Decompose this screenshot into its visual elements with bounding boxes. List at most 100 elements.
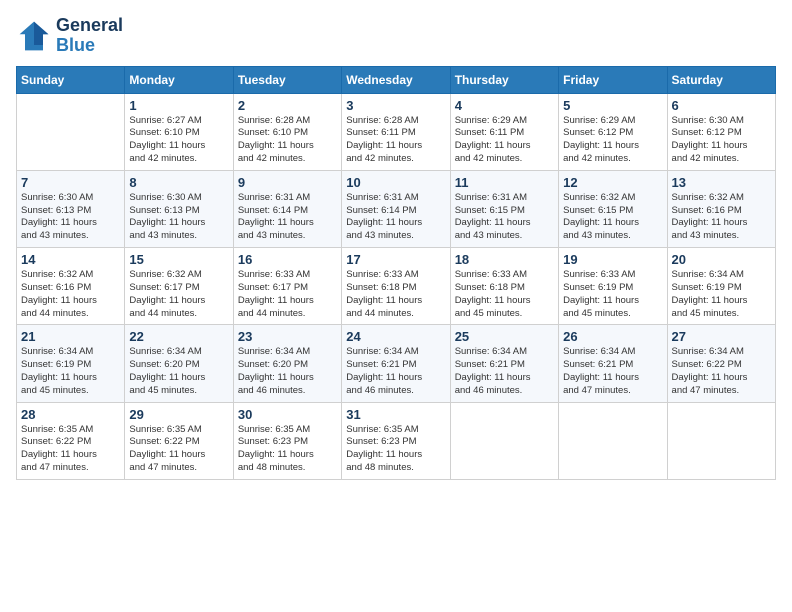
- column-header-wednesday: Wednesday: [342, 66, 450, 93]
- day-info: Sunrise: 6:33 AM Sunset: 6:18 PM Dayligh…: [346, 269, 445, 320]
- calendar-week-row: 28 Sunrise: 6:35 AM Sunset: 6:22 PM Dayli…: [17, 402, 776, 479]
- day-number: 4: [455, 98, 554, 113]
- day-info: Sunrise: 6:30 AM Sunset: 6:13 PM Dayligh…: [129, 192, 228, 243]
- day-number: 28: [21, 407, 120, 422]
- day-info: Sunrise: 6:33 AM Sunset: 6:17 PM Dayligh…: [238, 269, 337, 320]
- calendar-cell: 10 Sunrise: 6:31 AM Sunset: 6:14 PM Dayli…: [342, 170, 450, 247]
- day-number: 8: [129, 175, 228, 190]
- column-header-tuesday: Tuesday: [233, 66, 341, 93]
- calendar-cell: 31 Sunrise: 6:35 AM Sunset: 6:23 PM Dayli…: [342, 402, 450, 479]
- day-number: 11: [455, 175, 554, 190]
- day-number: 18: [455, 252, 554, 267]
- day-number: 25: [455, 329, 554, 344]
- day-number: 1: [129, 98, 228, 113]
- calendar-cell: 23 Sunrise: 6:34 AM Sunset: 6:20 PM Dayli…: [233, 325, 341, 402]
- day-number: 5: [563, 98, 662, 113]
- day-number: 22: [129, 329, 228, 344]
- calendar-cell: 4 Sunrise: 6:29 AM Sunset: 6:11 PM Daylig…: [450, 93, 558, 170]
- calendar-cell: 3 Sunrise: 6:28 AM Sunset: 6:11 PM Daylig…: [342, 93, 450, 170]
- calendar-cell: 27Sunrise: 6:34 AM Sunset: 6:22 PM Dayli…: [667, 325, 775, 402]
- day-info: Sunrise: 6:35 AM Sunset: 6:23 PM Dayligh…: [346, 424, 445, 475]
- day-info: Sunrise: 6:33 AM Sunset: 6:19 PM Dayligh…: [563, 269, 662, 320]
- day-number: 16: [238, 252, 337, 267]
- calendar-cell: 21 Sunrise: 6:34 AM Sunset: 6:19 PM Dayli…: [17, 325, 125, 402]
- calendar-cell: 5 Sunrise: 6:29 AM Sunset: 6:12 PM Daylig…: [559, 93, 667, 170]
- day-number: 13: [672, 175, 771, 190]
- calendar-week-row: 14 Sunrise: 6:32 AM Sunset: 6:16 PM Dayli…: [17, 248, 776, 325]
- calendar-cell: 19Sunrise: 6:33 AM Sunset: 6:19 PM Dayli…: [559, 248, 667, 325]
- day-info: Sunrise: 6:34 AM Sunset: 6:21 PM Dayligh…: [346, 346, 445, 397]
- day-info: Sunrise: 6:28 AM Sunset: 6:11 PM Dayligh…: [346, 115, 445, 166]
- calendar-cell: [450, 402, 558, 479]
- day-info: Sunrise: 6:33 AM Sunset: 6:18 PM Dayligh…: [455, 269, 554, 320]
- calendar-week-row: 1 Sunrise: 6:27 AM Sunset: 6:10 PM Daylig…: [17, 93, 776, 170]
- column-header-thursday: Thursday: [450, 66, 558, 93]
- day-info: Sunrise: 6:35 AM Sunset: 6:23 PM Dayligh…: [238, 424, 337, 475]
- day-number: 21: [21, 329, 120, 344]
- calendar-cell: 29Sunrise: 6:35 AM Sunset: 6:22 PM Dayli…: [125, 402, 233, 479]
- logo-icon: [16, 18, 52, 54]
- day-info: Sunrise: 6:34 AM Sunset: 6:22 PM Dayligh…: [672, 346, 771, 397]
- day-number: 24: [346, 329, 445, 344]
- column-header-saturday: Saturday: [667, 66, 775, 93]
- day-info: Sunrise: 6:30 AM Sunset: 6:12 PM Dayligh…: [672, 115, 771, 166]
- calendar-cell: [17, 93, 125, 170]
- day-info: Sunrise: 6:29 AM Sunset: 6:11 PM Dayligh…: [455, 115, 554, 166]
- day-info: Sunrise: 6:35 AM Sunset: 6:22 PM Dayligh…: [21, 424, 120, 475]
- logo-text: General Blue: [56, 16, 123, 56]
- day-info: Sunrise: 6:34 AM Sunset: 6:19 PM Dayligh…: [672, 269, 771, 320]
- day-number: 26: [563, 329, 662, 344]
- column-header-monday: Monday: [125, 66, 233, 93]
- calendar-cell: 2 Sunrise: 6:28 AM Sunset: 6:10 PM Daylig…: [233, 93, 341, 170]
- calendar-cell: 15 Sunrise: 6:32 AM Sunset: 6:17 PM Dayli…: [125, 248, 233, 325]
- calendar-cell: 30Sunrise: 6:35 AM Sunset: 6:23 PM Dayli…: [233, 402, 341, 479]
- calendar-cell: 11Sunrise: 6:31 AM Sunset: 6:15 PM Dayli…: [450, 170, 558, 247]
- day-number: 23: [238, 329, 337, 344]
- day-number: 31: [346, 407, 445, 422]
- calendar-cell: 12Sunrise: 6:32 AM Sunset: 6:15 PM Dayli…: [559, 170, 667, 247]
- logo: General Blue: [16, 16, 123, 56]
- calendar-cell: 14 Sunrise: 6:32 AM Sunset: 6:16 PM Dayli…: [17, 248, 125, 325]
- calendar-cell: [667, 402, 775, 479]
- column-header-friday: Friday: [559, 66, 667, 93]
- calendar-header-row: SundayMondayTuesdayWednesdayThursdayFrid…: [17, 66, 776, 93]
- calendar-cell: 18 Sunrise: 6:33 AM Sunset: 6:18 PM Dayli…: [450, 248, 558, 325]
- day-info: Sunrise: 6:34 AM Sunset: 6:20 PM Dayligh…: [238, 346, 337, 397]
- day-number: 14: [21, 252, 120, 267]
- day-info: Sunrise: 6:30 AM Sunset: 6:13 PM Dayligh…: [21, 192, 120, 243]
- calendar-cell: 9Sunrise: 6:31 AM Sunset: 6:14 PM Daylig…: [233, 170, 341, 247]
- day-info: Sunrise: 6:34 AM Sunset: 6:19 PM Dayligh…: [21, 346, 120, 397]
- day-info: Sunrise: 6:32 AM Sunset: 6:16 PM Dayligh…: [21, 269, 120, 320]
- calendar-week-row: 21 Sunrise: 6:34 AM Sunset: 6:19 PM Dayli…: [17, 325, 776, 402]
- day-info: Sunrise: 6:28 AM Sunset: 6:10 PM Dayligh…: [238, 115, 337, 166]
- calendar-cell: 24 Sunrise: 6:34 AM Sunset: 6:21 PM Dayli…: [342, 325, 450, 402]
- day-number: 6: [672, 98, 771, 113]
- calendar-cell: 7Sunrise: 6:30 AM Sunset: 6:13 PM Daylig…: [17, 170, 125, 247]
- page-header: General Blue: [16, 16, 776, 56]
- calendar-cell: 22 Sunrise: 6:34 AM Sunset: 6:20 PM Dayli…: [125, 325, 233, 402]
- day-number: 15: [129, 252, 228, 267]
- calendar-cell: 13Sunrise: 6:32 AM Sunset: 6:16 PM Dayli…: [667, 170, 775, 247]
- day-number: 10: [346, 175, 445, 190]
- day-info: Sunrise: 6:29 AM Sunset: 6:12 PM Dayligh…: [563, 115, 662, 166]
- day-info: Sunrise: 6:32 AM Sunset: 6:17 PM Dayligh…: [129, 269, 228, 320]
- day-info: Sunrise: 6:34 AM Sunset: 6:21 PM Dayligh…: [455, 346, 554, 397]
- day-number: 2: [238, 98, 337, 113]
- calendar-week-row: 7Sunrise: 6:30 AM Sunset: 6:13 PM Daylig…: [17, 170, 776, 247]
- day-info: Sunrise: 6:32 AM Sunset: 6:15 PM Dayligh…: [563, 192, 662, 243]
- day-number: 17: [346, 252, 445, 267]
- day-info: Sunrise: 6:35 AM Sunset: 6:22 PM Dayligh…: [129, 424, 228, 475]
- calendar-cell: 1 Sunrise: 6:27 AM Sunset: 6:10 PM Daylig…: [125, 93, 233, 170]
- day-info: Sunrise: 6:31 AM Sunset: 6:14 PM Dayligh…: [346, 192, 445, 243]
- calendar-cell: 16 Sunrise: 6:33 AM Sunset: 6:17 PM Dayli…: [233, 248, 341, 325]
- day-info: Sunrise: 6:27 AM Sunset: 6:10 PM Dayligh…: [129, 115, 228, 166]
- calendar-cell: 6 Sunrise: 6:30 AM Sunset: 6:12 PM Daylig…: [667, 93, 775, 170]
- day-number: 9: [238, 175, 337, 190]
- calendar-cell: [559, 402, 667, 479]
- day-number: 3: [346, 98, 445, 113]
- calendar-cell: 25 Sunrise: 6:34 AM Sunset: 6:21 PM Dayli…: [450, 325, 558, 402]
- calendar-table: SundayMondayTuesdayWednesdayThursdayFrid…: [16, 66, 776, 480]
- calendar-cell: 26 Sunrise: 6:34 AM Sunset: 6:21 PM Dayli…: [559, 325, 667, 402]
- day-info: Sunrise: 6:34 AM Sunset: 6:20 PM Dayligh…: [129, 346, 228, 397]
- day-info: Sunrise: 6:34 AM Sunset: 6:21 PM Dayligh…: [563, 346, 662, 397]
